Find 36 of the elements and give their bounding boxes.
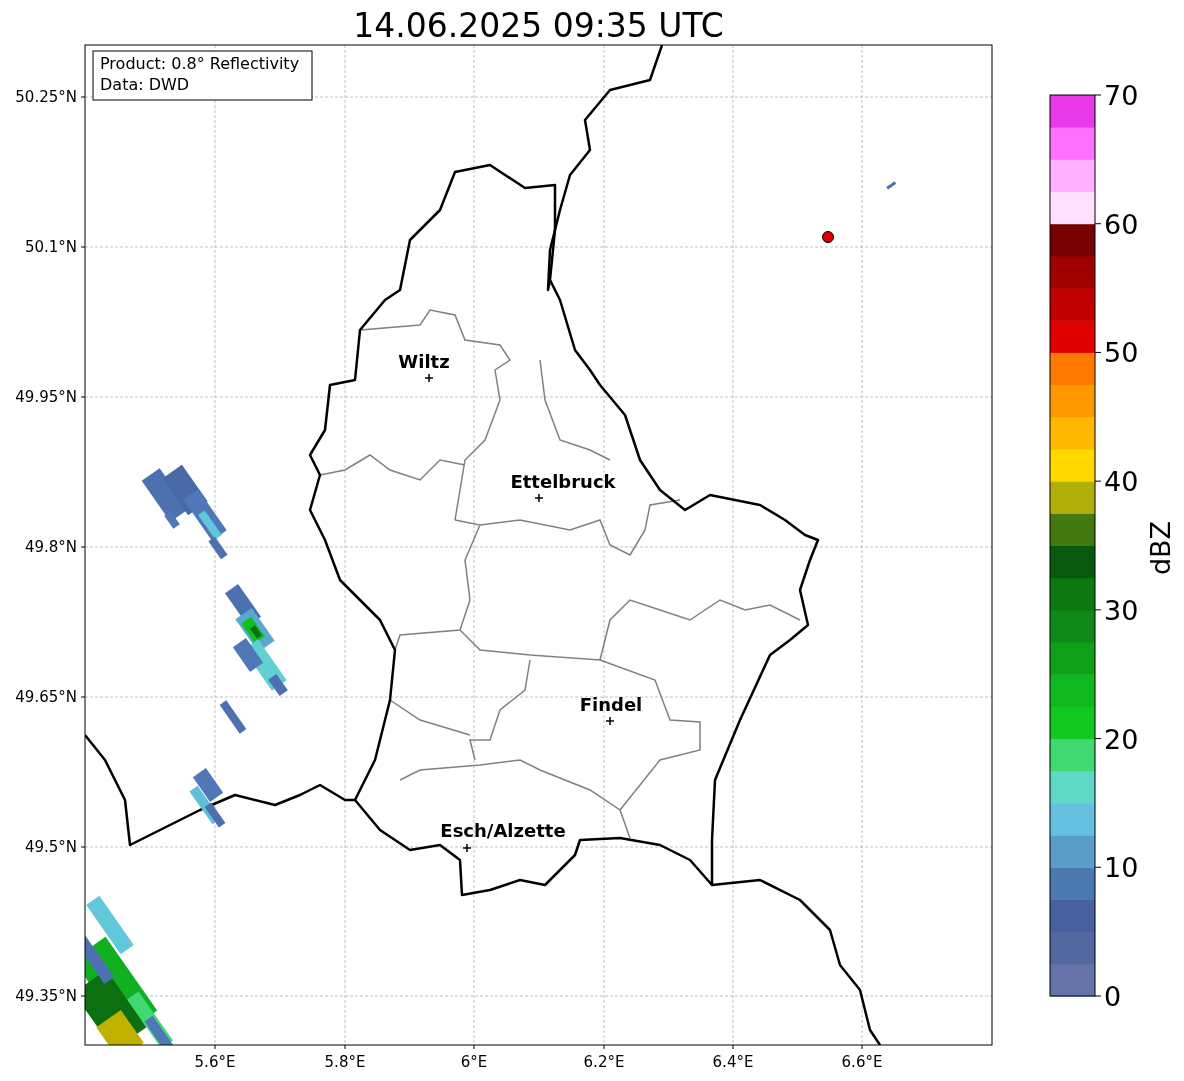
- longitude-label: 6.6°E: [841, 1053, 883, 1071]
- city-marker-icon: [605, 716, 615, 726]
- city-marker-icon: [462, 843, 472, 853]
- colorbar-tick-label: 0: [1104, 981, 1122, 1012]
- chart-title: 14.06.2025 09:35 UTC: [353, 6, 724, 45]
- longitude-label: 5.6°E: [194, 1053, 236, 1071]
- info-text: Data: DWD: [100, 75, 190, 94]
- latitude-label: 49.8°N: [24, 538, 77, 556]
- info-text: Product: 0.8° Reflectivity: [100, 54, 300, 73]
- city-label: Findel: [579, 694, 643, 715]
- longitude-label: 6.2°E: [583, 1053, 625, 1071]
- latitude-label: 49.65°N: [15, 688, 77, 706]
- latitude-label: 49.95°N: [15, 388, 77, 406]
- city-label: Wiltz: [398, 351, 450, 372]
- latitude-label: 49.35°N: [15, 987, 77, 1005]
- colorbar-label: dBZ: [1145, 520, 1176, 576]
- latitude-label: 50.1°N: [24, 238, 77, 256]
- radar-echo-drawing: [886, 181, 897, 190]
- latitude-label: 49.5°N: [24, 838, 77, 856]
- city-label: Ettelbruck: [510, 471, 616, 492]
- latitude-label: 50.25°N: [15, 88, 77, 106]
- longitude-label: 6.4°E: [712, 1053, 754, 1071]
- colorbar-tick-label: 40: [1104, 466, 1139, 498]
- colorbar-tick-label: 50: [1104, 337, 1139, 369]
- longitude-label: 5.8°E: [324, 1053, 366, 1071]
- city-marker-icon: [534, 493, 544, 503]
- radar-echo-drawing: [189, 768, 226, 828]
- city-marker-icon: [424, 373, 434, 383]
- colorbar-tick-label: 30: [1104, 594, 1139, 626]
- longitude-label: 6°E: [460, 1053, 488, 1071]
- location-marker: [822, 231, 834, 243]
- city-label: Esch/Alzette: [440, 820, 566, 841]
- colorbar-tick-label: 60: [1104, 208, 1139, 240]
- colorbar-tick-label: 20: [1104, 723, 1139, 755]
- colorbar-tick-label: 70: [1104, 80, 1139, 111]
- colorbar-tick-label: 10: [1104, 852, 1139, 884]
